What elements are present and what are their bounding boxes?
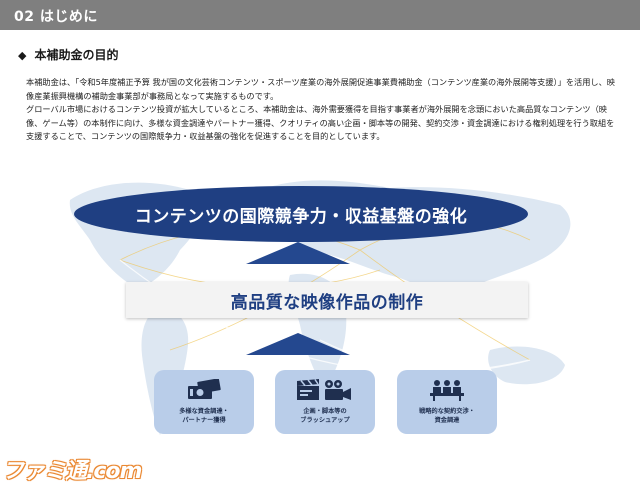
header-bar: 02 はじめに bbox=[0, 0, 640, 30]
page-title: 02 はじめに bbox=[14, 9, 98, 25]
intro-text: 本補助金は、「令和5年度補正予算 我が国の文化芸術コンテンツ・スポーツ産業の海外… bbox=[26, 76, 620, 144]
famitsu-logo: ファミ通.com bbox=[2, 459, 142, 484]
card-label: 多様な資金調達・ パートナー獲得 bbox=[179, 407, 229, 425]
goal-text: コンテンツの国際競争力・収益基盤の強化 bbox=[134, 206, 468, 227]
production-text: 高品質な映像作品の制作 bbox=[230, 292, 424, 313]
card-label-line2: ブラッシュアップ bbox=[300, 417, 350, 424]
card-label: 戦略的な契約交渉・ 資金調達 bbox=[419, 407, 475, 425]
section-heading-text: 本補助金の目的 bbox=[34, 48, 119, 62]
diamond-icon: ◆ bbox=[18, 49, 27, 62]
card-label: 企画・脚本等の ブラッシュアップ bbox=[300, 407, 349, 425]
card-label-line1: 企画・脚本等の bbox=[303, 408, 347, 415]
meeting-icon bbox=[429, 379, 465, 401]
intro-paragraph-2: グローバル市場におけるコンテンツ投資が拡大しているところ、本補助金は、海外需要獲… bbox=[26, 104, 615, 141]
card-label-line2: パートナー獲得 bbox=[182, 417, 226, 424]
support-card-development: 企画・脚本等の ブラッシュアップ bbox=[275, 370, 375, 434]
up-arrow-icon bbox=[246, 242, 350, 264]
section-heading: ◆ 本補助金の目的 bbox=[18, 46, 118, 63]
card-label-line2: 資金調達 bbox=[434, 417, 460, 424]
intro-paragraph-1: 本補助金は、「令和5年度補正予算 我が国の文化芸術コンテンツ・スポーツ産業の海外… bbox=[26, 77, 615, 101]
card-label-line1: 多様な資金調達・ bbox=[179, 408, 229, 415]
production-box: 高品質な映像作品の制作 bbox=[126, 282, 528, 318]
money-icon bbox=[184, 379, 224, 401]
film-camera-icon bbox=[295, 379, 355, 401]
support-card-funding: 多様な資金調達・ パートナー獲得 bbox=[154, 370, 254, 434]
support-card-negotiation: 戦略的な契約交渉・ 資金調達 bbox=[397, 370, 497, 434]
goal-ellipse: コンテンツの国際競争力・収益基盤の強化 bbox=[74, 186, 528, 242]
card-label-line1: 戦略的な契約交渉・ bbox=[419, 408, 475, 415]
up-arrow-icon bbox=[246, 333, 350, 355]
